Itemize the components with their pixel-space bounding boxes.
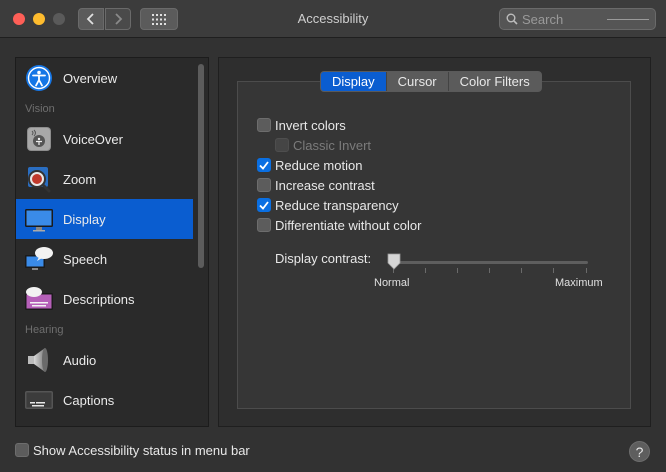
display-contrast-label: Display contrast: <box>275 251 372 266</box>
option-label: Reduce motion <box>275 157 363 173</box>
option-reduce-motion[interactable]: Reduce motion <box>257 157 362 173</box>
sidebar-item-descriptions[interactable]: Descriptions <box>16 279 193 319</box>
differentiate-without-color-checkbox[interactable] <box>257 218 271 232</box>
search-icon <box>506 13 518 25</box>
slider-tick <box>457 268 458 273</box>
sidebar-item-label: VoiceOver <box>63 131 123 147</box>
reduce-transparency-checkbox[interactable] <box>257 198 271 212</box>
option-label: Invert colors <box>275 117 346 133</box>
search-divider <box>607 19 649 20</box>
accessibility-icon <box>24 63 54 93</box>
sidebar-item-overview[interactable]: Overview <box>16 58 193 98</box>
classic-invert-checkbox <box>275 138 289 152</box>
option-increase-contrast[interactable]: Increase contrast <box>257 177 375 193</box>
display-contrast-slider[interactable] <box>392 261 588 264</box>
slider-thumb[interactable] <box>387 253 401 270</box>
section-header-vision: Vision <box>25 103 55 115</box>
display-icon <box>24 204 54 234</box>
option-show-status-in-menu-bar[interactable]: Show Accessibility status in menu bar <box>15 442 250 458</box>
show-status-checkbox[interactable] <box>15 443 29 457</box>
sidebar-item-label: Speech <box>63 251 108 267</box>
option-invert-colors[interactable]: Invert colors <box>257 117 346 133</box>
sidebar-item-audio[interactable]: Audio <box>16 340 193 380</box>
checkmark-icon <box>259 160 269 170</box>
increase-contrast-checkbox[interactable] <box>257 178 271 192</box>
option-label: Show Accessibility status in menu bar <box>33 442 250 458</box>
sidebar-item-label: Descriptions <box>63 291 135 307</box>
option-classic-invert: Classic Invert <box>275 137 371 153</box>
section-header-hearing: Hearing <box>25 324 64 336</box>
sidebar-item-label: Zoom <box>63 171 97 187</box>
slider-min-label: Normal <box>374 277 410 289</box>
sidebar[interactable]: Overview Vision VoiceOver Zoom Display S… <box>15 57 209 427</box>
help-button[interactable]: ? <box>629 441 650 462</box>
slider-max-label: Maximum <box>555 277 603 289</box>
sidebar-item-zoom[interactable]: Zoom <box>16 159 193 199</box>
tab-cursor[interactable]: Cursor <box>385 72 448 91</box>
tab-bar: Display Cursor Color Filters <box>320 71 542 92</box>
sidebar-item-label: Overview <box>63 70 118 86</box>
slider-tick <box>425 268 426 273</box>
speech-icon <box>24 244 54 274</box>
reduce-motion-checkbox[interactable] <box>257 158 271 172</box>
checkmark-icon <box>259 200 269 210</box>
sidebar-item-voiceover[interactable]: VoiceOver <box>16 119 193 159</box>
sidebar-item-captions[interactable]: Captions <box>16 380 193 420</box>
option-label: Increase contrast <box>275 177 375 193</box>
sidebar-scrollbar[interactable] <box>198 64 204 268</box>
sidebar-item-display[interactable]: Display <box>16 199 193 239</box>
slider-tick <box>489 268 490 273</box>
sidebar-item-speech[interactable]: Speech <box>16 239 193 279</box>
tab-display[interactable]: Display <box>321 72 386 91</box>
invert-colors-checkbox[interactable] <box>257 118 271 132</box>
option-reduce-transparency[interactable]: Reduce transparency <box>257 197 399 213</box>
descriptions-icon <box>24 284 54 314</box>
sidebar-item-label: Display <box>63 211 106 227</box>
title-bar: Accessibility <box>0 0 666 38</box>
captions-icon <box>24 385 54 415</box>
option-label: Classic Invert <box>293 137 372 153</box>
tab-color-filters[interactable]: Color Filters <box>447 72 541 91</box>
slider-tick <box>521 268 522 273</box>
search-field[interactable] <box>499 8 656 30</box>
sidebar-item-label: Audio <box>63 352 97 368</box>
voiceover-icon <box>24 124 54 154</box>
slider-tick <box>586 268 587 273</box>
option-label: Reduce transparency <box>275 197 399 213</box>
option-differentiate-without-color[interactable]: Differentiate without color <box>257 217 421 233</box>
speaker-icon <box>24 345 54 375</box>
slider-tick <box>553 268 554 273</box>
sidebar-item-label: Captions <box>63 392 115 408</box>
option-label: Differentiate without color <box>275 217 422 233</box>
zoom-icon <box>24 164 54 194</box>
